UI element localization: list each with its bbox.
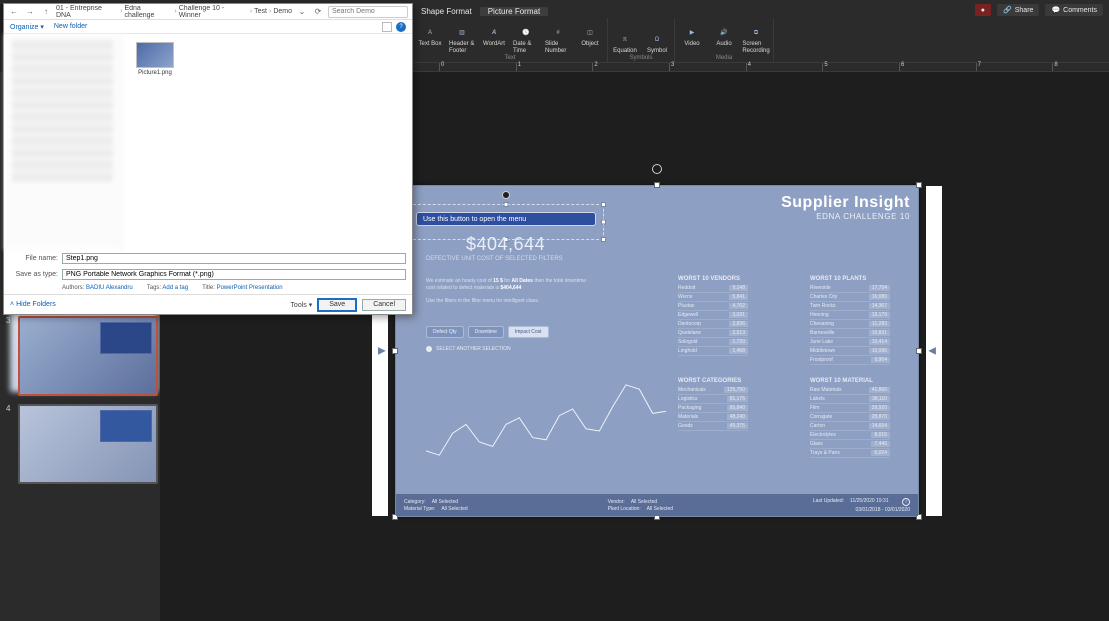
nav-back-icon[interactable]: ← xyxy=(8,6,20,18)
thumb-number-3: 3 xyxy=(6,316,10,325)
resize-handle[interactable] xyxy=(916,348,922,354)
refresh-icon[interactable]: ⟳ xyxy=(312,6,324,18)
resize-handle[interactable] xyxy=(504,202,509,207)
comments-button[interactable]: 💬 Comments xyxy=(1045,4,1103,16)
ribbon-text-box[interactable]: AText Box xyxy=(417,26,443,54)
file-item[interactable]: Picture1.png xyxy=(130,42,180,76)
slide-selected-image[interactable]: ▶ ◀ Supplier Insight EDNA CHALLENGE 10 U… xyxy=(395,185,919,517)
thumb-number-4: 4 xyxy=(6,404,10,413)
slide-subtitle: EDNA CHALLENGE 10 xyxy=(781,212,910,221)
rec-indicator: ● xyxy=(975,4,991,16)
rotate-handle-icon[interactable] xyxy=(502,191,510,199)
breadcrumb-seg[interactable]: Demo xyxy=(273,8,292,15)
slide-note: We estimate an hourly cost of 15 $ for A… xyxy=(426,278,596,304)
trend-chart xyxy=(426,376,666,486)
image-thumb-icon xyxy=(136,42,174,68)
file-name-label: File name: xyxy=(10,255,62,262)
save-type-select[interactable] xyxy=(62,269,406,280)
ribbon-video[interactable]: ▶Video xyxy=(679,26,705,54)
ribbon-audio[interactable]: 🔊Audio xyxy=(711,26,737,54)
cancel-button[interactable]: Cancel xyxy=(362,299,406,311)
chevron-up-icon: ˄ xyxy=(10,301,14,308)
share-button[interactable]: 🔗 Share xyxy=(997,4,1039,16)
btn-impact-cost[interactable]: Impact Cost xyxy=(508,326,549,338)
ribbon-group-text: Text xyxy=(504,55,515,61)
kpi-plants: WORST 10 PLANTSRiverside17,704Charles Ci… xyxy=(810,276,890,365)
ribbon-date-time[interactable]: 🕓Date & Time xyxy=(513,26,539,54)
dialog-address-bar: ← → ↑ 01 - Entreprise DNA›Edna challenge… xyxy=(4,4,412,20)
chevron-right-icon[interactable]: ▶ xyxy=(378,346,386,357)
resize-handle[interactable] xyxy=(601,237,606,242)
info-icon[interactable]: i xyxy=(902,498,910,506)
btn-defect-qty[interactable]: Defect Qty xyxy=(426,326,464,338)
kpi-subtitle: DEFECTIVE UNIT COST OF SELECTED FILTERS xyxy=(426,256,563,262)
rotate-handle-icon[interactable] xyxy=(652,164,662,174)
dot-icon xyxy=(426,346,432,352)
file-list[interactable]: Picture1.png xyxy=(122,34,412,250)
resize-handle[interactable] xyxy=(601,220,606,225)
tab-shape-format[interactable]: Shape Format xyxy=(413,7,480,16)
organize-menu[interactable]: Organize ▾ xyxy=(10,23,44,31)
ribbon: AText Box ▥Header & Footer AWordArt 🕓Dat… xyxy=(413,18,1109,62)
ribbon-symbol[interactable]: ΩSymbol xyxy=(644,33,670,54)
breadcrumb-seg[interactable]: 01 - Entreprise DNA xyxy=(56,5,118,19)
resize-handle[interactable] xyxy=(916,182,922,188)
ribbon-slide-number[interactable]: #Slide Number xyxy=(545,26,571,54)
kpi-categories: WORST CATEGORIESMechanicals125,750Logist… xyxy=(678,378,748,431)
resize-handle[interactable] xyxy=(601,202,606,207)
ribbon-header-footer[interactable]: ▥Header & Footer xyxy=(449,26,475,54)
ribbon-equation[interactable]: πEquation xyxy=(612,33,638,54)
slide-footer: Category:All Selected Material Type:All … xyxy=(396,494,918,516)
slide-thumb-3[interactable] xyxy=(18,316,158,396)
breadcrumb-seg[interactable]: Challenge 10 - Winner xyxy=(179,5,248,19)
new-folder-button[interactable]: New folder xyxy=(54,23,87,31)
kpi-materials: WORST 10 MATERIALRaw Materials41,860Labe… xyxy=(810,378,890,458)
callout-label[interactable]: Use this button to open the menu xyxy=(416,212,596,226)
breadcrumb[interactable]: 01 - Entreprise DNA›Edna challenge›Chall… xyxy=(56,5,292,19)
resize-handle[interactable] xyxy=(392,348,398,354)
file-name: Picture1.png xyxy=(138,70,172,76)
save-button[interactable]: Save xyxy=(318,299,356,311)
hide-folders-toggle[interactable]: ˄ Hide Folders xyxy=(10,301,56,308)
slide-title: Supplier Insight xyxy=(781,194,910,212)
save-type-label: Save as type: xyxy=(10,271,62,278)
tags-link[interactable]: Add a tag xyxy=(162,285,188,291)
slide-thumb-4[interactable] xyxy=(18,404,158,484)
selection-hint[interactable]: SELECT ANOTHER SELECTION xyxy=(426,346,511,352)
kpi-vendors: WORST 10 VENDORSReddoit9,148Wernx5,841Pl… xyxy=(678,276,748,356)
tools-menu[interactable]: Tools ▾ xyxy=(290,301,312,309)
view-mode-icon[interactable] xyxy=(382,22,392,32)
kpi-amount: $404,644 xyxy=(466,234,545,255)
file-name-input[interactable] xyxy=(62,253,406,264)
title-link[interactable]: PowerPoint Presentation xyxy=(217,285,283,291)
ribbon-group-symbols: Symbols xyxy=(629,55,652,61)
resize-handle[interactable] xyxy=(654,182,660,188)
ribbon-wordart[interactable]: AWordArt xyxy=(481,26,507,54)
save-as-dialog: ← → ↑ 01 - Entreprise DNA›Edna challenge… xyxy=(3,3,413,315)
ribbon-group-media: Media xyxy=(716,55,732,61)
chevron-left-icon[interactable]: ◀ xyxy=(928,346,936,357)
breadcrumb-seg[interactable]: Edna challenge xyxy=(124,5,172,19)
btn-downtime[interactable]: Downtime xyxy=(468,326,504,338)
authors-link[interactable]: BADIU Alexandru xyxy=(86,285,133,291)
metric-toggle: Defect Qty Downtime Impact Cost xyxy=(426,326,549,338)
ruler-horizontal: 0123456789 xyxy=(413,62,1109,72)
ribbon-screen-recording[interactable]: ⧉Screen Recording xyxy=(743,26,769,54)
breadcrumb-seg[interactable]: Test xyxy=(254,8,267,15)
nav-fwd-icon[interactable]: → xyxy=(24,6,36,18)
search-input[interactable] xyxy=(328,6,408,18)
tab-picture-format[interactable]: Picture Format xyxy=(480,7,548,16)
nav-up-icon[interactable]: ↑ xyxy=(40,6,52,18)
dropdown-icon[interactable]: ⌄ xyxy=(296,6,308,18)
ribbon-object[interactable]: ◫Object xyxy=(577,26,603,54)
help-icon[interactable]: ? xyxy=(396,22,406,32)
folder-tree[interactable] xyxy=(4,34,122,250)
